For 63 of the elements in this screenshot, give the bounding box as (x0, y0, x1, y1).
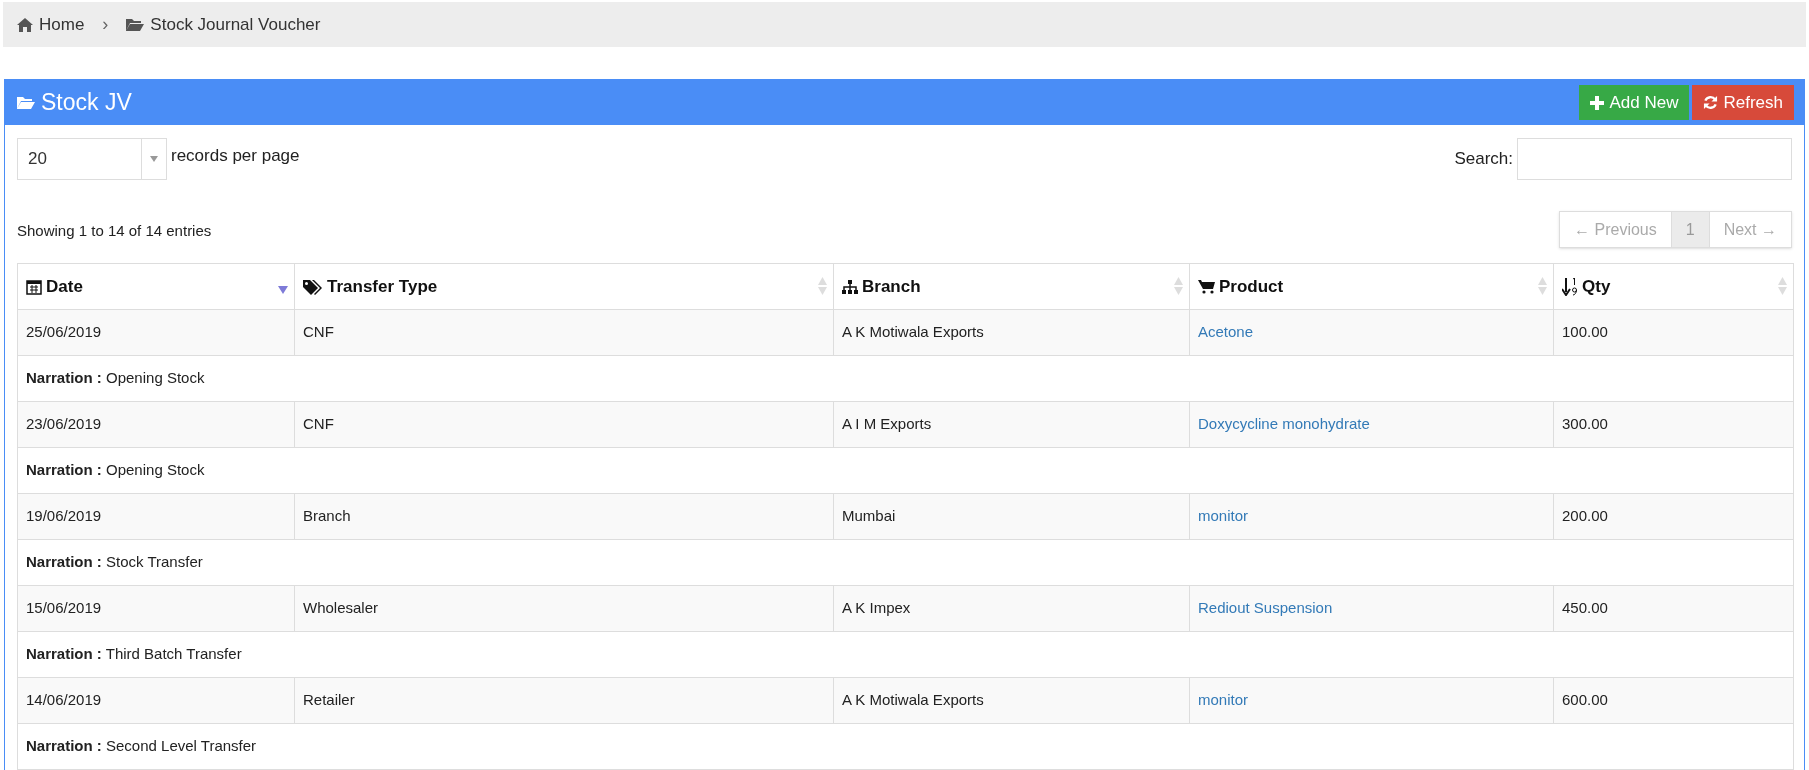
column-header[interactable]: Qty (1553, 263, 1794, 310)
table-cell: Retailer (294, 677, 834, 724)
sort-icon (1778, 277, 1787, 295)
table-cell: A K Impex (833, 585, 1190, 632)
column-header[interactable]: Branch (833, 263, 1190, 310)
sitemap-icon (842, 279, 858, 294)
narration-text: Narration : Opening Stock (26, 461, 205, 479)
table-cell: 200.00 (1553, 493, 1794, 540)
table-cell: 450.00 (1553, 585, 1794, 632)
sort-numeric-icon (1562, 277, 1578, 296)
table-cell: A K Motiwala Exports (833, 677, 1190, 724)
product-link[interactable]: Rediout Suspension (1189, 585, 1554, 632)
table-cell: Wholesaler (294, 585, 834, 632)
table-cell: A K Motiwala Exports (833, 309, 1190, 356)
sort-icon (1538, 277, 1547, 295)
page-length-select[interactable]: 20 (17, 138, 167, 180)
tags-icon (303, 278, 323, 295)
column-header[interactable]: Transfer Type (294, 263, 834, 310)
product-link[interactable]: Acetone (1189, 309, 1554, 356)
table-cell: 23/06/2019 (17, 401, 295, 448)
plus-icon (1590, 95, 1605, 110)
sort-icon (1174, 277, 1183, 295)
entries-info: Showing 1 to 14 of 14 entries (17, 220, 212, 241)
caret-icon (150, 156, 158, 162)
refresh-button[interactable]: Refresh (1692, 85, 1794, 120)
table-cell: 19/06/2019 (17, 493, 295, 540)
product-link[interactable]: Doxycycline monohydrate (1189, 401, 1554, 448)
table-cell: 100.00 (1553, 309, 1794, 356)
records-per-page-label: records per page (171, 145, 300, 168)
table-cell: CNF (294, 401, 834, 448)
calendar-icon (26, 278, 42, 295)
column-header[interactable]: Date (17, 263, 295, 310)
table-cell: 14/06/2019 (17, 677, 295, 724)
narration-text: Narration : Opening Stock (26, 369, 205, 387)
table-cell: A I M Exports (833, 401, 1190, 448)
table-cell: 25/06/2019 (17, 309, 295, 356)
search-field[interactable] (1517, 138, 1792, 180)
sort-icon (818, 277, 827, 295)
narration-text: Narration : Second Level Transfer (26, 737, 257, 755)
breadcrumb-separator: › (102, 13, 109, 36)
breadcrumb-link[interactable]: Stock Journal Voucher (150, 11, 321, 38)
product-link[interactable]: monitor (1189, 493, 1554, 540)
sort-descending-icon (278, 286, 288, 294)
search-label: Search: (1454, 148, 1513, 171)
panel-title: Stock JV (41, 88, 132, 118)
folder-icon (17, 95, 35, 110)
product-link[interactable]: monitor (1189, 677, 1554, 724)
folder-icon (126, 17, 145, 32)
pagination-link[interactable]: 1 (1670, 212, 1709, 247)
narration-text: Narration : Stock Transfer (26, 553, 203, 571)
breadcrumb-link[interactable]: Home (39, 11, 85, 38)
add-new-button[interactable]: Add New (1579, 85, 1690, 120)
table-cell: CNF (294, 309, 834, 356)
table-cell: Branch (294, 493, 834, 540)
home-icon (17, 17, 33, 32)
table-cell: 600.00 (1553, 677, 1794, 724)
table-cell: 15/06/2019 (17, 585, 295, 632)
column-header[interactable]: Product (1189, 263, 1554, 310)
narration-text: Narration : Third Batch Transfer (26, 645, 242, 663)
refresh-icon (1703, 95, 1719, 110)
table-cell: 300.00 (1553, 401, 1794, 448)
table-cell: Mumbai (833, 493, 1190, 540)
cart-icon (1198, 279, 1215, 294)
